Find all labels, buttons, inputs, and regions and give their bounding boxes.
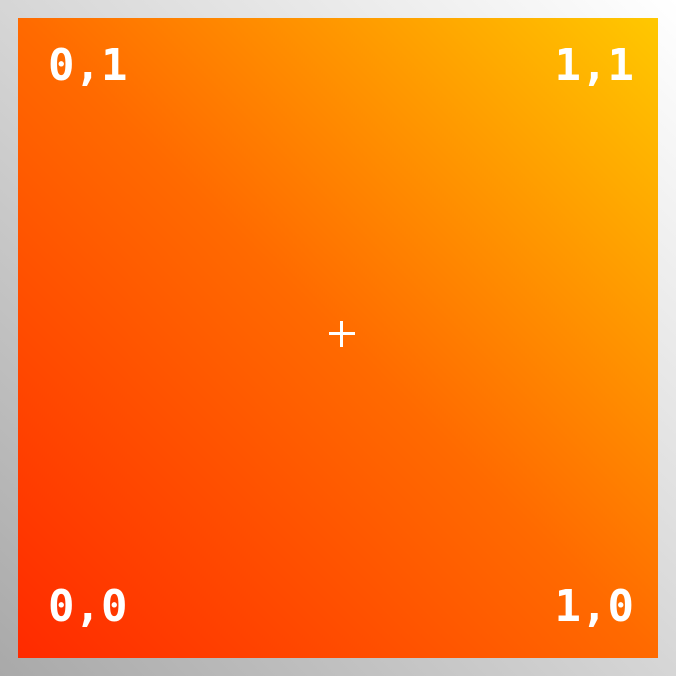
corner-label-bottom-right: 1,0 (554, 581, 634, 632)
corner-label-bottom-left: 0,0 (48, 581, 128, 632)
corner-label-top-left: 0,1 (48, 40, 128, 91)
corner-label-top-right: 1,1 (554, 40, 634, 91)
crosshair-icon (329, 321, 355, 347)
gradient-panel: 0,1 1,1 0,0 1,0 (18, 18, 658, 658)
